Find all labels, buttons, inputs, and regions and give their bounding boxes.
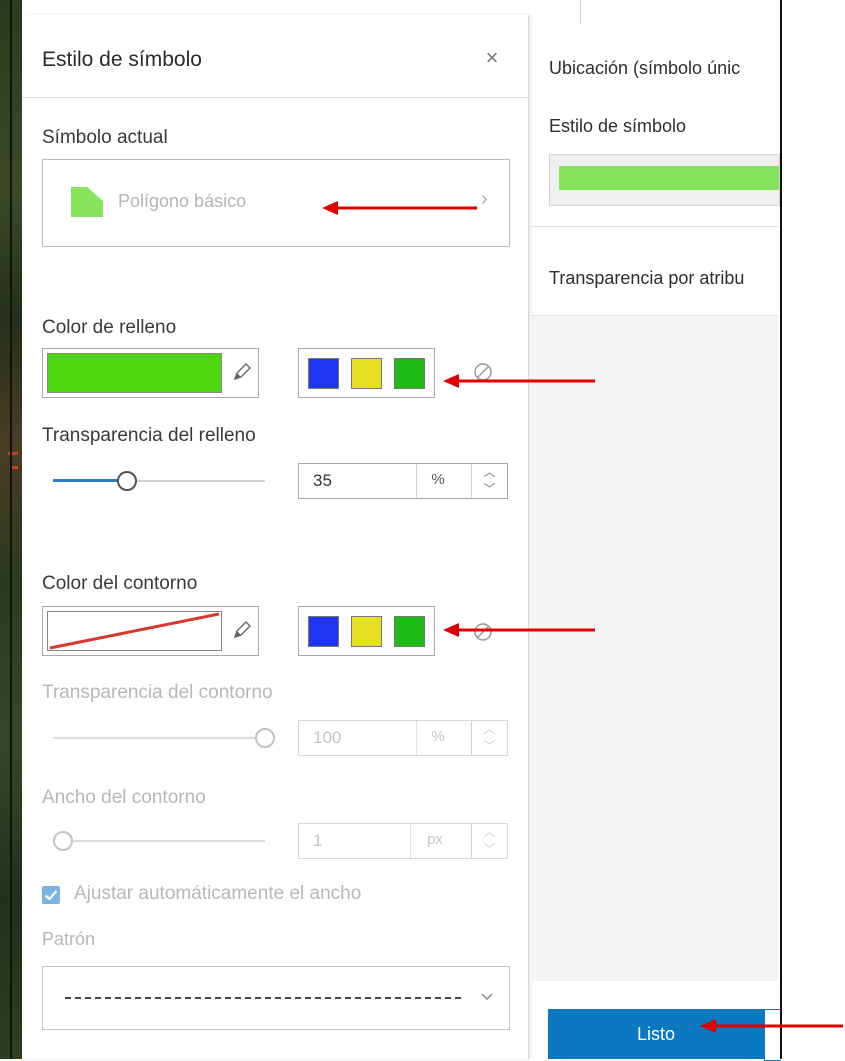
swatch-yellow[interactable] — [351, 358, 382, 389]
panel-header: Estilo de símbolo × — [22, 15, 528, 98]
outline-transparency-value: 100 — [313, 728, 342, 747]
chevron-up-icon[interactable]: ︿ — [472, 824, 507, 841]
percent-unit: % — [416, 721, 459, 755]
fill-transparency-value: 35 — [313, 471, 332, 490]
swatch-blue[interactable] — [308, 616, 339, 647]
divider — [580, 0, 581, 24]
swatch-blue[interactable] — [308, 358, 339, 389]
chevron-down-icon[interactable]: ﹀ — [472, 481, 507, 498]
layer-style-card: Ubicación (símbolo únic Estilo de símbol… — [530, 36, 780, 227]
fill-transparency-input[interactable]: 35 % ︿ ﹀ — [298, 463, 508, 499]
fill-color-label: Color de relleno — [42, 317, 177, 338]
outline-quick-swatches — [298, 606, 435, 656]
slider-fill — [53, 479, 123, 482]
stepper: ︿ ﹀ — [471, 721, 507, 755]
chevron-right-icon: › — [481, 188, 488, 210]
chevron-up-icon[interactable]: ︿ — [472, 464, 507, 481]
outline-transparency-label: Transparencia del contorno — [42, 682, 273, 703]
symbol-style-label: Estilo de símbolo — [549, 116, 687, 136]
percent-unit: % — [416, 464, 459, 498]
dashed-line-pattern — [65, 997, 465, 999]
red-arrow-annotation — [443, 374, 595, 388]
pencil-icon — [233, 621, 251, 639]
red-arrow-annotation — [700, 1019, 843, 1033]
slider-thumb[interactable] — [53, 831, 73, 851]
fill-transparency-slider[interactable] — [53, 471, 265, 491]
swatch-yellow[interactable] — [351, 616, 382, 647]
window-border-line — [780, 0, 782, 1059]
pencil-icon — [233, 363, 251, 381]
transparency-by-attribute-label: Transparencia por atribu — [549, 268, 745, 288]
check-icon — [44, 890, 58, 901]
swatch-green[interactable] — [394, 358, 425, 389]
outline-color-picker[interactable] — [42, 606, 259, 656]
layer-title: Ubicación (símbolo únic — [549, 58, 741, 78]
panel-title: Estilo de símbolo — [42, 48, 202, 71]
slider-track — [53, 840, 265, 842]
fill-transparency-label: Transparencia del relleno — [42, 425, 256, 446]
polygon-icon — [71, 187, 103, 217]
auto-width-label: Ajustar automáticamente el ancho — [74, 883, 362, 904]
current-symbol-label: Símbolo actual — [42, 127, 168, 148]
symbol-color-preview — [559, 166, 779, 190]
chevron-up-icon[interactable]: ︿ — [472, 721, 507, 738]
slider-thumb[interactable] — [117, 471, 137, 491]
swatch-green[interactable] — [394, 616, 425, 647]
close-button[interactable]: × — [477, 43, 507, 73]
map-border-line — [10, 0, 12, 1059]
map-feature — [12, 466, 18, 469]
outline-width-label: Ancho del contorno — [42, 787, 206, 808]
outline-width-slider[interactable] — [53, 831, 265, 851]
px-unit: px — [410, 824, 459, 858]
stepper: ︿ ﹀ — [471, 464, 507, 498]
current-symbol-name: Polígono básico — [118, 191, 247, 211]
close-icon: × — [485, 45, 499, 70]
outline-transparency-slider[interactable] — [53, 728, 275, 748]
fill-quick-swatches — [298, 348, 435, 398]
outline-color-label: Color del contorno — [42, 573, 198, 594]
slider-thumb[interactable] — [255, 728, 275, 748]
stepper: ︿ ﹀ — [471, 824, 507, 858]
outline-width-input[interactable]: 1 px ︿ ﹀ — [298, 823, 508, 859]
chevron-down-icon — [481, 993, 493, 1001]
red-arrow-annotation — [322, 201, 477, 215]
slider-track — [53, 737, 265, 739]
options-area — [530, 315, 778, 981]
fill-color-swatch — [47, 353, 222, 393]
outline-transparency-input[interactable]: 100 % ︿ ﹀ — [298, 720, 508, 756]
pattern-label: Patrón — [42, 929, 96, 949]
outline-color-swatch — [47, 611, 222, 651]
chevron-down-icon[interactable]: ﹀ — [472, 841, 507, 858]
pattern-dropdown[interactable] — [42, 966, 510, 1030]
outline-width-value: 1 — [313, 831, 323, 850]
symbol-style-panel: Estilo de símbolo × Símbolo actual Políg… — [22, 15, 529, 1059]
chevron-down-icon[interactable]: ﹀ — [472, 738, 507, 755]
fill-color-picker[interactable] — [42, 348, 259, 398]
symbol-style-button[interactable] — [549, 154, 780, 206]
red-arrow-annotation — [443, 623, 595, 637]
auto-width-checkbox[interactable] — [42, 886, 60, 904]
